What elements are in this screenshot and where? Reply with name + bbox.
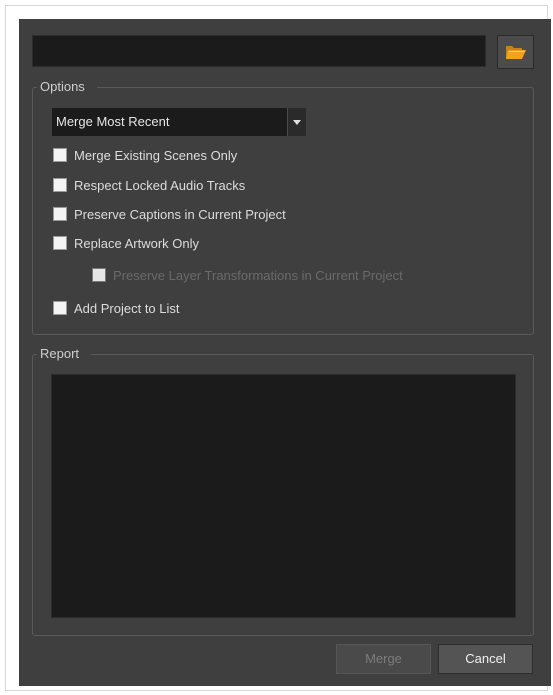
merge-existing-scenes-only-checkbox[interactable]: Merge Existing Scenes Only xyxy=(53,146,237,164)
options-group: Options Merge Most Recent Merge Existing… xyxy=(32,78,534,335)
checkbox-box xyxy=(92,268,106,282)
merge-mode-dropdown[interactable]: Merge Most Recent xyxy=(52,108,306,136)
checkbox-box[interactable] xyxy=(53,301,67,315)
checkbox-label: Add Project to List xyxy=(74,300,180,316)
replace-artwork-only-checkbox[interactable]: Replace Artwork Only xyxy=(53,234,199,252)
report-group: Report xyxy=(32,345,534,636)
project-path-field[interactable] xyxy=(32,35,486,67)
checkbox-box[interactable] xyxy=(53,178,67,192)
report-title: Report xyxy=(37,345,92,363)
checkbox-box[interactable] xyxy=(53,207,67,221)
checkbox-box[interactable] xyxy=(53,148,67,162)
checkbox-label: Preserve Layer Transformations in Curren… xyxy=(113,267,403,283)
checkbox-box[interactable] xyxy=(53,236,67,250)
cancel-button[interactable]: Cancel xyxy=(438,644,533,674)
options-title: Options xyxy=(37,78,97,96)
preserve-captions-checkbox[interactable]: Preserve Captions in Current Project xyxy=(53,205,286,223)
merge-dialog: Options Merge Most Recent Merge Existing… xyxy=(19,19,551,686)
chevron-down-icon xyxy=(293,119,301,125)
checkbox-label: Respect Locked Audio Tracks xyxy=(74,177,246,193)
browse-button[interactable] xyxy=(497,35,534,69)
preserve-layer-transformations-checkbox: Preserve Layer Transformations in Curren… xyxy=(92,266,403,284)
respect-locked-audio-tracks-checkbox[interactable]: Respect Locked Audio Tracks xyxy=(53,176,245,194)
add-project-to-list-checkbox[interactable]: Add Project to List xyxy=(53,299,180,317)
merge-mode-value: Merge Most Recent xyxy=(56,114,170,129)
dropdown-arrow-button[interactable] xyxy=(287,108,306,136)
checkbox-label: Replace Artwork Only xyxy=(74,235,199,251)
merge-button[interactable]: Merge xyxy=(336,644,431,674)
checkbox-label: Merge Existing Scenes Only xyxy=(74,147,238,163)
folder-open-icon xyxy=(505,46,526,59)
report-output[interactable] xyxy=(51,374,516,618)
checkbox-label: Preserve Captions in Current Project xyxy=(74,206,286,222)
